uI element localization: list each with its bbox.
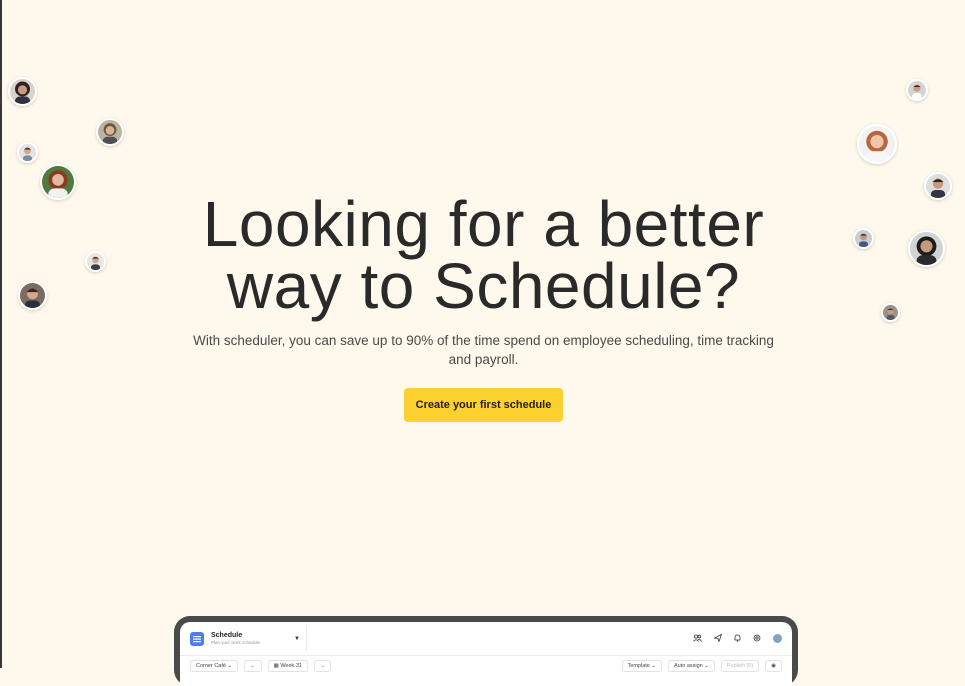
auto-assign-label: Auto assign bbox=[674, 663, 703, 669]
location-select[interactable]: Corner Café ⌄ bbox=[190, 660, 239, 672]
toolbar-right: Template ⌄ Auto assign ⌄ Publish (0) ◉ bbox=[621, 660, 782, 672]
users-icon[interactable] bbox=[693, 633, 702, 644]
chevron-down-icon[interactable]: ▼ bbox=[294, 636, 300, 642]
app-divider bbox=[306, 626, 307, 651]
hero-headline-line2: way to Schedule? bbox=[226, 250, 741, 322]
auto-assign-select[interactable]: Auto assign ⌄ bbox=[668, 660, 715, 672]
publish-label: Publish (0) bbox=[726, 663, 754, 669]
avatar-man-small bbox=[17, 142, 38, 163]
settings-icon[interactable] bbox=[753, 634, 761, 644]
app-preview-frame: Schedule Plan your work schedule ▼ Corne… bbox=[174, 616, 798, 686]
avatar-woman-glasses-red bbox=[857, 124, 897, 164]
template-select[interactable]: Template ⌄ bbox=[621, 660, 662, 672]
hero-section: Looking for a better way to Schedule? Wi… bbox=[2, 192, 965, 422]
user-avatar[interactable] bbox=[773, 634, 782, 643]
next-week-button[interactable]: → bbox=[313, 660, 332, 672]
create-schedule-button[interactable]: Create your first schedule bbox=[403, 388, 564, 422]
menu-icon[interactable] bbox=[190, 631, 204, 646]
prev-week-button[interactable]: ← bbox=[244, 660, 262, 672]
avatar-woman-glasses bbox=[96, 118, 124, 146]
hero-subtext: With scheduler, you can save up to 90% o… bbox=[193, 333, 774, 367]
eye-icon[interactable]: ◉ bbox=[765, 660, 782, 672]
location-select-label: Corner Café bbox=[196, 663, 226, 669]
avatar-man-top-right bbox=[906, 79, 928, 101]
app-title-block: Schedule Plan your work schedule bbox=[211, 632, 260, 645]
bell-icon[interactable] bbox=[734, 634, 741, 644]
app-preview-screen: Schedule Plan your work schedule ▼ Corne… bbox=[180, 622, 792, 686]
app-header: Schedule Plan your work schedule ▼ bbox=[180, 622, 792, 656]
week-picker[interactable]: ▦ Week 31 bbox=[267, 660, 308, 672]
app-header-icons bbox=[693, 633, 782, 644]
app-title: Schedule bbox=[211, 632, 243, 639]
hero-headline: Looking for a better way to Schedule? bbox=[2, 192, 965, 318]
week-picker-label: Week 31 bbox=[280, 663, 302, 669]
send-icon[interactable] bbox=[713, 633, 723, 644]
app-subtitle: Plan your work schedule bbox=[211, 640, 261, 645]
avatar-woman-dark-hair bbox=[8, 77, 37, 106]
publish-button[interactable]: Publish (0) bbox=[720, 660, 760, 672]
schedule-toolbar: Corner Café ⌄ ← ▦ Week 31 → Template ⌄ A… bbox=[180, 656, 792, 676]
template-select-label: Template bbox=[627, 663, 650, 669]
